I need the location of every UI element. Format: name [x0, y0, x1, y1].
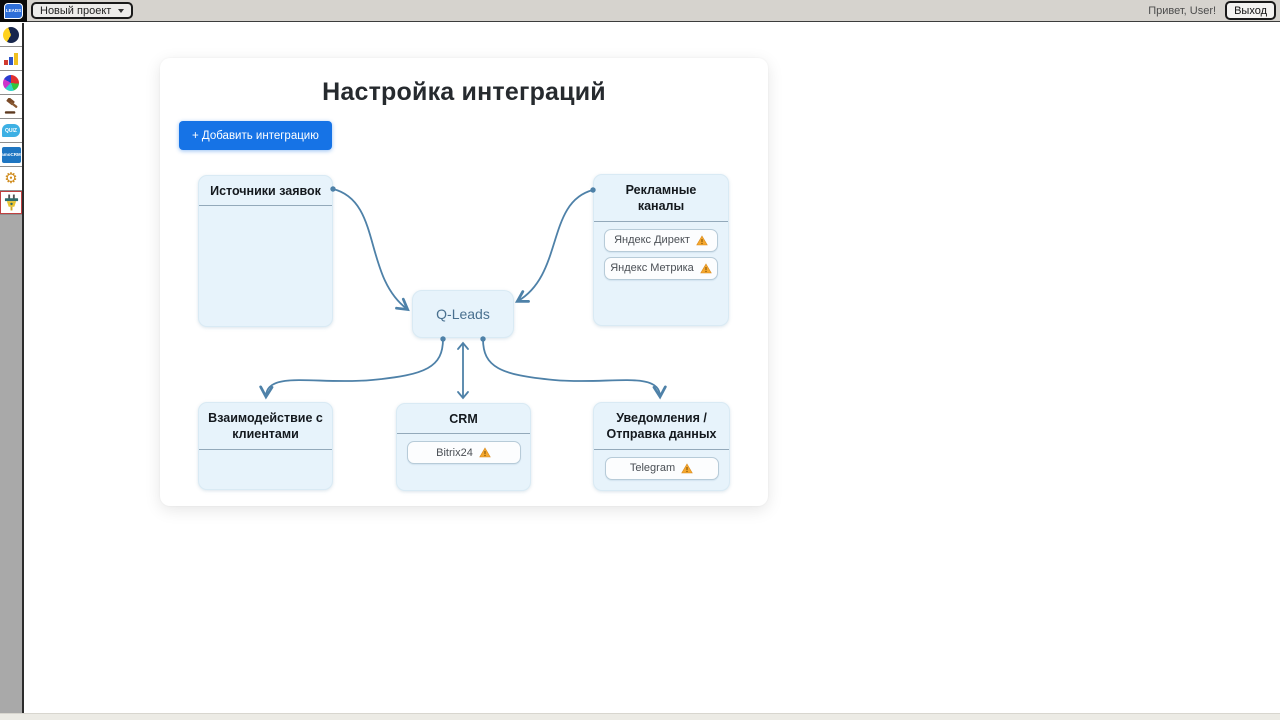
integration-label: Яндекс Директ [614, 234, 690, 246]
warning-icon [479, 447, 491, 458]
integration-label: Bitrix24 [436, 447, 473, 459]
sidebar-item-reports[interactable] [0, 71, 22, 95]
topbar: LEADS Новый проект Привет, User! Выход [0, 0, 1280, 22]
chevron-down-icon [118, 9, 124, 13]
connector-qleads-to-notifications [483, 339, 660, 396]
integration-yandex-metrika[interactable]: Яндекс Метрика [604, 257, 718, 280]
node-channels-title: Рекламные каналы [594, 175, 728, 222]
q-leads-round-icon [3, 27, 19, 43]
arrowhead-up [458, 343, 468, 349]
node-clients-title: Взаимодействие с клиентами [199, 403, 332, 450]
connector-channels-to-qleads [518, 190, 593, 301]
sidebar-item-amocrm[interactable]: amoCRM [0, 143, 22, 167]
sidebar-item-integrations[interactable] [0, 191, 22, 215]
topbar-right: Привет, User! Выход [1148, 1, 1280, 20]
warning-icon [681, 463, 693, 474]
node-sources-body [199, 206, 332, 213]
connector-sources-to-qleads [333, 189, 407, 309]
node-sources-title: Источники заявок [199, 176, 332, 206]
node-channels-body: Яндекс Директ Яндекс Метрика [594, 222, 728, 280]
sidebar: QUIZ amoCRM ⚙ [0, 23, 24, 713]
bottom-status-strip [0, 713, 1280, 720]
integration-telegram[interactable]: Telegram [605, 457, 719, 480]
amocrm-icon: amoCRM [2, 147, 21, 163]
node-crm[interactable]: CRM Bitrix24 [396, 403, 531, 491]
project-select[interactable]: Новый проект [31, 2, 133, 19]
node-clients-body [199, 450, 332, 457]
gavel-icon [3, 98, 20, 115]
project-select-value: Новый проект [40, 5, 111, 17]
plug-icon [4, 194, 19, 211]
integration-bitrix24[interactable]: Bitrix24 [407, 441, 521, 464]
warning-icon [700, 263, 712, 274]
app-window: LEADS Новый проект Привет, User! Выход [0, 0, 1280, 720]
integration-yandex-direct[interactable]: Яндекс Директ [604, 229, 718, 252]
warning-icon [696, 235, 708, 246]
main-area: Настройка интеграций + Добавить интеграц… [26, 23, 1280, 713]
node-qleads[interactable]: Q-Leads [412, 290, 514, 338]
bar-chart-icon [4, 52, 18, 65]
node-notifications-body: Telegram [594, 450, 729, 480]
sidebar-item-auction[interactable] [0, 95, 22, 119]
integrations-card: Настройка интеграций + Добавить интеграц… [160, 58, 768, 506]
arrowhead-down [458, 392, 468, 398]
sidebar-item-qleads[interactable] [0, 23, 22, 47]
gear-icon: ⚙ [4, 171, 17, 186]
greeting-text: Привет, User! [1148, 5, 1216, 17]
sidebar-item-analytics[interactable] [0, 47, 22, 71]
node-channels[interactable]: Рекламные каналы Яндекс Директ Яндекс Ме… [593, 174, 729, 326]
sidebar-item-settings[interactable]: ⚙ [0, 167, 22, 191]
node-crm-body: Bitrix24 [397, 434, 530, 464]
logout-button[interactable]: Выход [1225, 1, 1276, 20]
app-logo: LEADS [0, 0, 27, 22]
node-qleads-title: Q-Leads [436, 306, 490, 322]
node-sources[interactable]: Источники заявок [198, 175, 333, 327]
add-integration-button[interactable]: + Добавить интеграцию [179, 121, 332, 150]
node-notifications-title: Уведомления / Отправка данных [594, 403, 729, 450]
integration-label: Яндекс Метрика [610, 262, 694, 274]
node-clients[interactable]: Взаимодействие с клиентами [198, 402, 333, 490]
pie-chart-icon [3, 75, 19, 91]
quiz-icon: QUIZ [2, 124, 20, 137]
sidebar-item-quiz[interactable]: QUIZ [0, 119, 22, 143]
page-title: Настройка интеграций [160, 78, 768, 107]
connector-qleads-to-clients [266, 339, 443, 396]
q-leads-logo-icon: LEADS [4, 3, 23, 19]
node-crm-title: CRM [397, 404, 530, 434]
integration-label: Telegram [630, 462, 675, 474]
node-notifications[interactable]: Уведомления / Отправка данных Telegram [593, 402, 730, 491]
